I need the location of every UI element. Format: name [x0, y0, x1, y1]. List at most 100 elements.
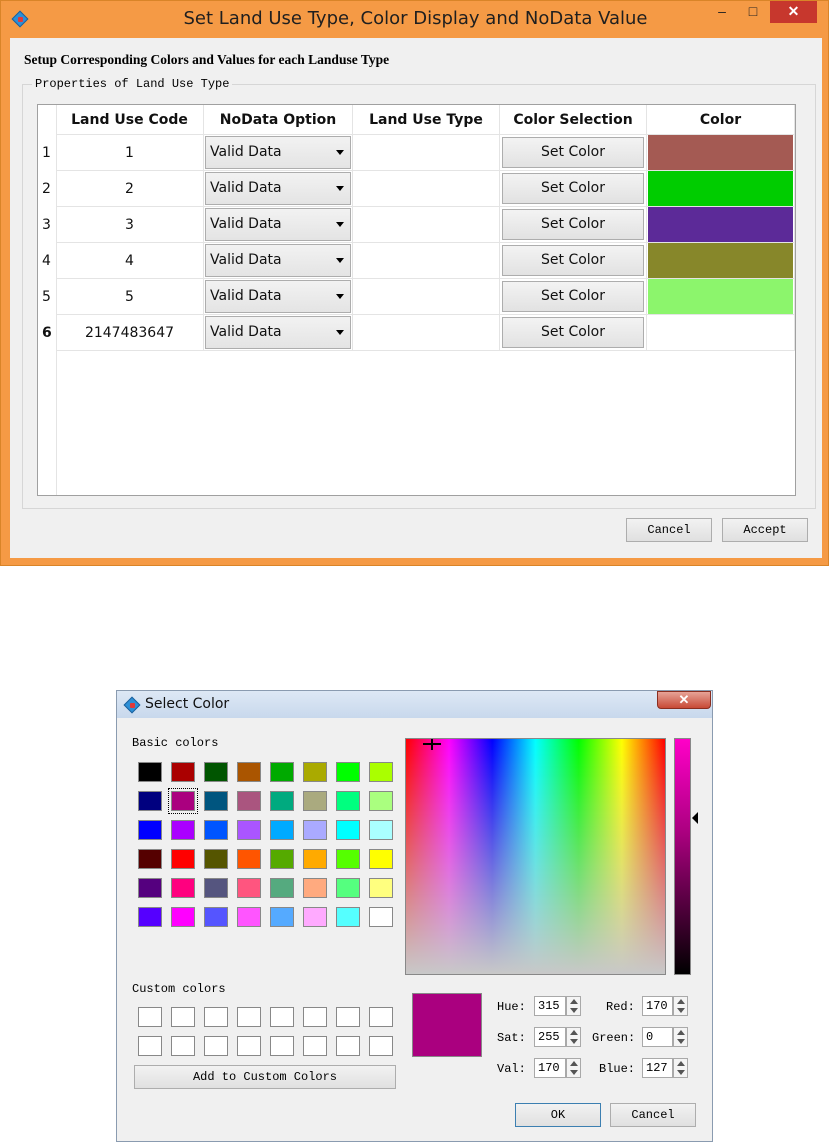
nodata-option-dropdown[interactable]: Valid Data: [205, 172, 351, 205]
color-dialog-close-button[interactable]: ✕: [657, 691, 711, 709]
hue-field[interactable]: 315: [534, 996, 566, 1016]
red-field[interactable]: 170: [642, 996, 673, 1016]
column-header-color[interactable]: Color: [647, 105, 795, 135]
accept-button[interactable]: Accept: [722, 518, 808, 542]
basic-color-swatch[interactable]: [237, 907, 261, 927]
basic-color-swatch[interactable]: [171, 762, 195, 782]
custom-color-swatch[interactable]: [237, 1036, 261, 1056]
basic-color-swatch[interactable]: [237, 762, 261, 782]
basic-color-swatch[interactable]: [303, 849, 327, 869]
cancel-button[interactable]: Cancel: [626, 518, 712, 542]
blue-spinner[interactable]: [673, 1058, 688, 1078]
nodata-option-dropdown[interactable]: Valid Data: [205, 244, 351, 277]
basic-color-swatch[interactable]: [204, 791, 228, 811]
basic-color-swatch[interactable]: [171, 878, 195, 898]
custom-color-swatch[interactable]: [171, 1036, 195, 1056]
add-to-custom-colors-button[interactable]: Add to Custom Colors: [134, 1065, 396, 1089]
sat-spinner[interactable]: [566, 1027, 581, 1047]
basic-color-swatch[interactable]: [369, 791, 393, 811]
custom-color-swatch[interactable]: [171, 1007, 195, 1027]
basic-color-swatch[interactable]: [369, 878, 393, 898]
nodata-option-dropdown[interactable]: Valid Data: [205, 280, 351, 313]
column-header-land-use-code[interactable]: Land Use Code: [56, 105, 204, 135]
land-use-code-cell[interactable]: 1: [56, 135, 204, 171]
basic-color-swatch[interactable]: [204, 849, 228, 869]
basic-color-swatch[interactable]: [270, 849, 294, 869]
basic-color-swatch[interactable]: [369, 907, 393, 927]
basic-color-swatch[interactable]: [336, 791, 360, 811]
land-use-code-cell[interactable]: 2147483647: [56, 315, 204, 351]
column-header-land-use-type[interactable]: Land Use Type: [353, 105, 500, 135]
ok-button[interactable]: OK: [515, 1103, 601, 1127]
basic-color-swatch[interactable]: [369, 820, 393, 840]
basic-color-swatch[interactable]: [138, 820, 162, 840]
custom-color-swatch[interactable]: [336, 1007, 360, 1027]
custom-color-swatch[interactable]: [204, 1007, 228, 1027]
basic-color-swatch[interactable]: [138, 878, 162, 898]
landuse-table[interactable]: Land Use Code NoData Option Land Use Typ…: [37, 104, 796, 496]
land-use-code-cell[interactable]: 4: [56, 243, 204, 279]
title-bar[interactable]: Set Land Use Type, Color Display and NoD…: [1, 1, 830, 35]
basic-color-swatch[interactable]: [237, 820, 261, 840]
land-use-type-cell[interactable]: [353, 279, 500, 315]
minimize-button[interactable]: –: [707, 1, 737, 23]
basic-color-swatch[interactable]: [204, 762, 228, 782]
value-slider-arrow-icon[interactable]: [692, 812, 698, 824]
basic-color-swatch[interactable]: [168, 788, 198, 814]
green-field[interactable]: 0: [642, 1027, 673, 1047]
basic-color-swatch[interactable]: [336, 907, 360, 927]
basic-color-swatch[interactable]: [270, 907, 294, 927]
land-use-type-cell[interactable]: [353, 207, 500, 243]
column-header-color-selection[interactable]: Color Selection: [500, 105, 647, 135]
nodata-option-dropdown[interactable]: Valid Data: [205, 208, 351, 241]
nodata-option-dropdown[interactable]: Valid Data: [205, 136, 351, 169]
custom-color-swatch[interactable]: [138, 1007, 162, 1027]
custom-color-swatch[interactable]: [369, 1036, 393, 1056]
basic-color-swatch[interactable]: [336, 849, 360, 869]
value-slider[interactable]: [674, 738, 691, 975]
land-use-code-cell[interactable]: 3: [56, 207, 204, 243]
basic-color-swatch[interactable]: [237, 791, 261, 811]
basic-color-swatch[interactable]: [303, 820, 327, 840]
custom-color-swatch[interactable]: [138, 1036, 162, 1056]
custom-color-swatch[interactable]: [270, 1036, 294, 1056]
set-color-button[interactable]: Set Color: [502, 245, 644, 276]
nodata-option-dropdown[interactable]: Valid Data: [205, 316, 351, 349]
maximize-button[interactable]: □: [738, 1, 768, 23]
set-color-button[interactable]: Set Color: [502, 281, 644, 312]
custom-colors-grid[interactable]: [135, 1007, 400, 1060]
basic-color-swatch[interactable]: [303, 878, 327, 898]
basic-color-swatch[interactable]: [138, 849, 162, 869]
val-spinner[interactable]: [566, 1058, 581, 1078]
basic-color-swatch[interactable]: [270, 791, 294, 811]
land-use-type-cell[interactable]: [353, 171, 500, 207]
color-dialog-title-bar[interactable]: Select Color ✕: [117, 691, 712, 718]
basic-color-swatch[interactable]: [270, 762, 294, 782]
set-color-button[interactable]: Set Color: [502, 173, 644, 204]
land-use-type-cell[interactable]: [353, 315, 500, 351]
custom-color-swatch[interactable]: [204, 1036, 228, 1056]
basic-color-swatch[interactable]: [138, 791, 162, 811]
hue-spinner[interactable]: [566, 996, 581, 1016]
custom-color-swatch[interactable]: [369, 1007, 393, 1027]
red-spinner[interactable]: [673, 996, 688, 1016]
land-use-code-cell[interactable]: 5: [56, 279, 204, 315]
basic-colors-grid[interactable]: [135, 759, 400, 927]
column-header-nodata-option[interactable]: NoData Option: [204, 105, 353, 135]
basic-color-swatch[interactable]: [336, 762, 360, 782]
set-color-button[interactable]: Set Color: [502, 209, 644, 240]
basic-color-swatch[interactable]: [270, 820, 294, 840]
land-use-type-cell[interactable]: [353, 135, 500, 171]
basic-color-swatch[interactable]: [336, 820, 360, 840]
basic-color-swatch[interactable]: [138, 762, 162, 782]
basic-color-swatch[interactable]: [369, 849, 393, 869]
color-cancel-button[interactable]: Cancel: [610, 1103, 696, 1127]
custom-color-swatch[interactable]: [270, 1007, 294, 1027]
set-color-button[interactable]: Set Color: [502, 137, 644, 168]
hue-saturation-spectrum[interactable]: [405, 738, 666, 975]
land-use-code-cell[interactable]: 2: [56, 171, 204, 207]
green-spinner[interactable]: [673, 1027, 688, 1047]
basic-color-swatch[interactable]: [369, 762, 393, 782]
basic-color-swatch[interactable]: [237, 849, 261, 869]
custom-color-swatch[interactable]: [336, 1036, 360, 1056]
